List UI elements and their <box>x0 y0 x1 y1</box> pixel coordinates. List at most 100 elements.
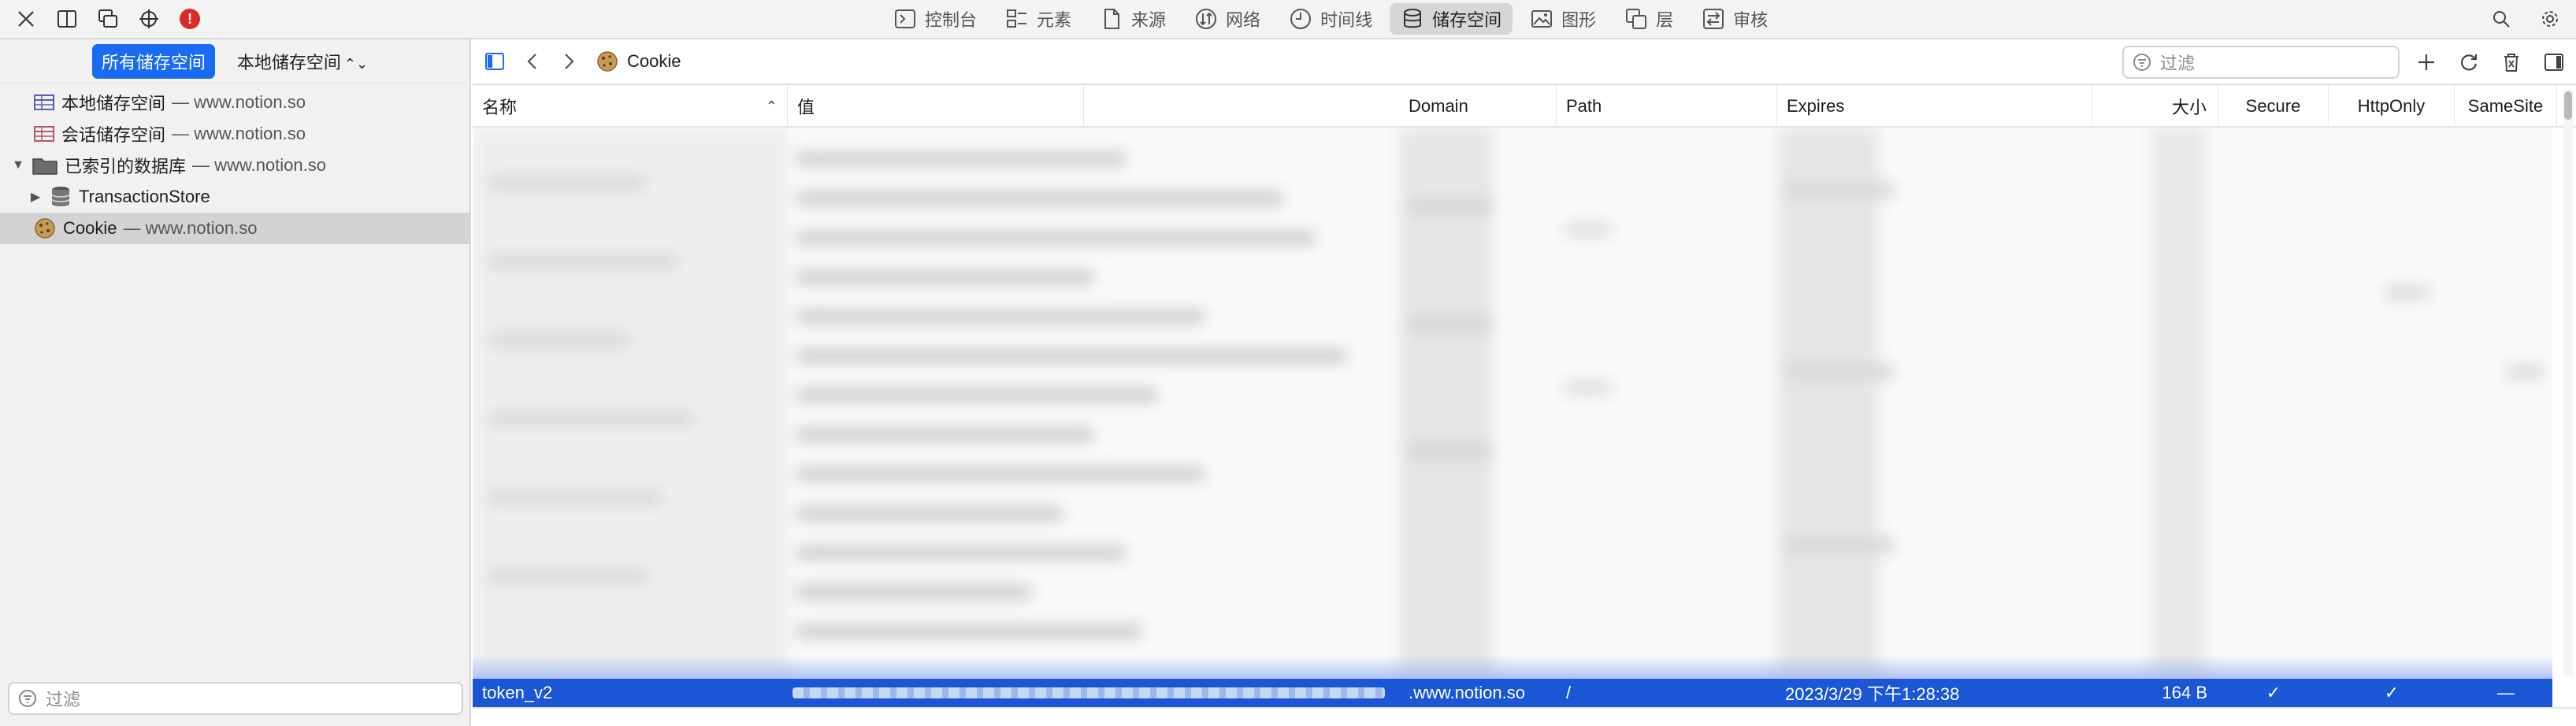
tab-label: 时间线 <box>1320 10 1373 30</box>
cookie-filter-placeholder: 过滤 <box>2160 54 2196 73</box>
cookie-icon <box>597 51 618 72</box>
filter-icon <box>19 690 36 707</box>
tab-sources[interactable]: 来源 <box>1089 3 1177 35</box>
tab-layers[interactable]: 层 <box>1613 3 1684 35</box>
disclosure-collapsed-icon[interactable]: ▶ <box>28 189 43 205</box>
sources-icon <box>1104 9 1120 29</box>
cookie-icon <box>35 218 55 239</box>
tree-item-transactionstore[interactable]: ▶ TransactionStore <box>0 181 470 213</box>
tab-label: 控制台 <box>925 10 978 30</box>
tab-audit[interactable]: 审核 <box>1691 3 1779 35</box>
storage-icon <box>1404 9 1422 28</box>
tree-item-origin: — www.notion.so <box>123 218 258 238</box>
tab-label: 来源 <box>1131 10 1167 30</box>
console-icon <box>895 9 915 28</box>
tree-item-cookie[interactable]: Cookie — www.notion.so <box>0 213 470 244</box>
tree-item-session-storage[interactable]: 会话储存空间 — www.notion.so <box>0 118 470 150</box>
column-header-label: 大小 <box>2171 98 2207 117</box>
column-header-httponly[interactable]: HttpOnly <box>2329 85 2455 128</box>
tree-item-label: 会话储存空间 <box>61 125 166 145</box>
column-header-label: SameSite <box>2467 96 2544 116</box>
layers-icon <box>1626 9 1647 29</box>
column-header-size[interactable]: 大小 <box>2092 85 2218 128</box>
column-header-label: Path <box>1566 96 1602 116</box>
back-chevron-icon[interactable] <box>523 50 542 72</box>
cell-name: token_v2 <box>482 683 553 702</box>
error-badge-icon[interactable]: ! <box>175 4 205 34</box>
nav-left-group: Cookie <box>473 50 681 73</box>
table-row-selected[interactable]: token_v2 .www.notion.so / 2023/3/29 下午1:… <box>473 679 2552 707</box>
tab-label: 审核 <box>1733 10 1769 30</box>
blurred-rows <box>473 128 2552 679</box>
trash-icon[interactable] <box>2500 51 2522 73</box>
column-header-path[interactable]: Path <box>1557 85 1777 128</box>
detach-window-icon[interactable] <box>93 4 123 34</box>
cookie-table-body-obscured <box>473 128 2552 679</box>
disclosure-expanded-icon[interactable]: ▼ <box>11 158 25 172</box>
content-title-label: Cookie <box>627 51 681 71</box>
add-icon[interactable] <box>2415 51 2437 73</box>
search-icon[interactable] <box>2486 4 2516 34</box>
tree-item-local-storage[interactable]: 本地储存空间 — www.notion.so <box>0 87 470 118</box>
tab-storage[interactable]: 储存空间 <box>1390 3 1513 35</box>
cell-value-obscured <box>792 679 1388 707</box>
devtools-tab-bar: 控制台 元素 来源 网络 时间线 储存空间 图形 层 审核 <box>882 2 1779 35</box>
column-header-label: 值 <box>797 98 815 117</box>
tree-item-origin: — www.notion.so <box>172 92 306 112</box>
cell-secure-check: ✓ <box>2266 683 2281 702</box>
tree-item-origin: — www.notion.so <box>192 155 326 175</box>
tree-item-label: 已索引的数据库 <box>65 157 187 176</box>
selection-glow <box>473 655 2552 679</box>
network-icon <box>1196 9 1217 29</box>
forward-chevron-icon[interactable] <box>559 50 578 72</box>
local-storage-scope-select[interactable]: 本地储存空间 ⌃⌄ <box>228 44 377 79</box>
content-title: Cookie <box>596 50 681 73</box>
column-header-samesite[interactable]: SameSite <box>2455 85 2557 128</box>
tab-label: 图形 <box>1561 10 1597 30</box>
toggle-sidebar-icon[interactable] <box>484 50 506 72</box>
tab-console[interactable]: 控制台 <box>882 3 988 35</box>
tree-item-label: Cookie <box>63 218 117 238</box>
content-nav-bar: Cookie 过滤 <box>473 39 2576 85</box>
sort-ascending-icon: ⌃ <box>765 98 778 114</box>
column-header-name[interactable]: 名称 ⌃ <box>473 85 788 128</box>
refresh-icon[interactable] <box>2458 51 2480 73</box>
devtools-toolbar: ! 控制台 元素 来源 网络 时间线 储存空间 图形 层 审核 <box>0 0 2576 39</box>
cell-httponly-check: ✓ <box>2384 683 2400 702</box>
column-header-domain[interactable]: Domain <box>1399 85 1557 128</box>
scrollbar-thumb[interactable] <box>2564 91 2572 120</box>
tree-item-origin: — www.notion.so <box>172 124 306 143</box>
tab-label: 储存空间 <box>1432 10 1502 30</box>
column-header-expires[interactable]: Expires <box>1777 85 2092 128</box>
error-count-badge: ! <box>180 9 200 29</box>
folder-icon <box>32 158 58 175</box>
dock-side-icon[interactable] <box>52 4 82 34</box>
table-icon <box>34 126 54 142</box>
all-storage-button[interactable]: 所有储存空间 <box>91 43 215 79</box>
tree-item-indexed-databases[interactable]: ▼ 已索引的数据库 — www.notion.so <box>0 150 470 181</box>
column-header-label: Domain <box>1409 96 1468 116</box>
cell-samesite: — <box>2497 683 2515 702</box>
toolbar-left-group: ! <box>11 3 205 35</box>
toggle-details-sidebar-icon[interactable] <box>2543 51 2565 73</box>
column-header-secure[interactable]: Secure <box>2218 85 2329 128</box>
cell-domain: .www.notion.so <box>1409 683 1525 702</box>
sidebar-filter-input[interactable]: 过滤 <box>8 682 463 715</box>
column-header-value[interactable]: 值 <box>788 85 1084 128</box>
database-icon <box>51 187 70 206</box>
cookie-filter-input[interactable]: 过滤 <box>2122 46 2400 79</box>
tab-network[interactable]: 网络 <box>1183 3 1271 35</box>
tab-elements[interactable]: 元素 <box>994 3 1082 35</box>
obscured-value-bar <box>792 687 1385 698</box>
close-icon[interactable] <box>11 4 41 34</box>
nav-right-group <box>2415 46 2565 79</box>
tree-item-label: TransactionStore <box>79 187 210 206</box>
tab-timeline[interactable]: 时间线 <box>1278 3 1383 35</box>
table-icon <box>34 94 54 110</box>
filter-icon <box>2133 54 2151 71</box>
cell-path: / <box>1566 683 1572 702</box>
table-scrollbar[interactable] <box>2563 90 2573 676</box>
tab-graphics[interactable]: 图形 <box>1519 3 1607 35</box>
settings-gear-icon[interactable] <box>2535 4 2565 34</box>
element-picker-icon[interactable] <box>134 4 164 34</box>
